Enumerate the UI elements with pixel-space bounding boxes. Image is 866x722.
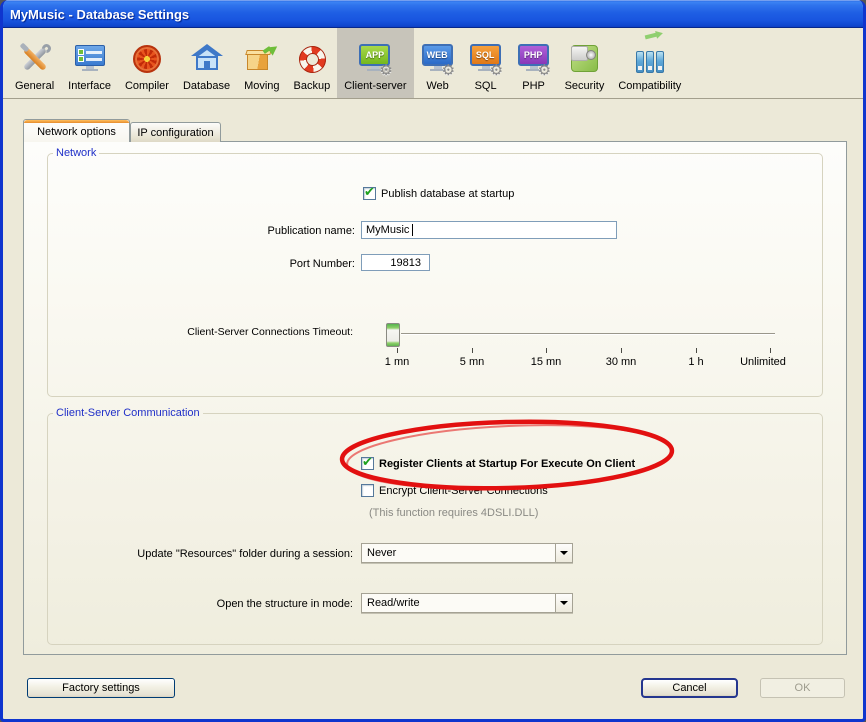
toolbar-item-compiler[interactable]: Compiler xyxy=(118,28,176,98)
toolbar-item-label: Compatibility xyxy=(618,80,681,92)
tab-ip-configuration[interactable]: IP configuration xyxy=(130,122,221,142)
toolbar-item-client-server[interactable]: APP Client-server xyxy=(337,28,413,98)
publication-name-label: Publication name: xyxy=(155,225,355,237)
chevron-down-icon xyxy=(560,551,568,555)
dropdown-button[interactable] xyxy=(555,594,572,612)
moving-box-icon xyxy=(245,41,279,77)
toolbar-item-compatibility[interactable]: Compatibility xyxy=(611,28,688,98)
interface-monitor-icon xyxy=(73,41,107,77)
port-number-input[interactable] xyxy=(361,254,430,271)
toolbar-item-sql[interactable]: SQL SQL xyxy=(462,28,510,98)
toolbar-item-label: Compiler xyxy=(125,80,169,92)
toolbar-item-label: Backup xyxy=(294,80,331,92)
factory-settings-button[interactable]: Factory settings xyxy=(27,678,175,698)
slider-tick-label: 15 mn xyxy=(506,356,586,368)
gear-icon xyxy=(538,62,554,78)
slider-tick-label: 1 mn xyxy=(357,356,437,368)
toolbar-item-general[interactable]: General xyxy=(8,28,61,98)
toolbar-item-moving[interactable]: Moving xyxy=(237,28,286,98)
network-group-title: Network xyxy=(53,147,99,159)
timeout-slider-handle[interactable] xyxy=(386,323,400,347)
sql-monitor-icon: SQL xyxy=(469,41,503,77)
resources-folder-label: Update "Resources" folder during a sessi… xyxy=(103,548,353,560)
chevron-down-icon xyxy=(560,601,568,605)
toolbar-item-php[interactable]: PHP PHP xyxy=(510,28,558,98)
compiler-wheel-icon xyxy=(130,41,164,77)
php-monitor-icon: PHP xyxy=(517,41,551,77)
publish-database-checkbox[interactable] xyxy=(363,187,376,200)
slider-tick xyxy=(621,348,622,353)
toolbar-item-label: Moving xyxy=(244,80,279,92)
safe-icon xyxy=(567,41,601,77)
communication-group-title: Client-Server Communication xyxy=(53,407,203,419)
gear-icon xyxy=(490,62,506,78)
title-bar: MyMusic - Database Settings xyxy=(0,0,866,28)
ok-button[interactable]: OK xyxy=(760,678,845,698)
publish-database-label: Publish database at startup xyxy=(381,188,514,200)
toolbar-item-label: PHP xyxy=(522,80,545,92)
slider-tick-label: 5 mn xyxy=(432,356,512,368)
gear-icon xyxy=(379,62,395,78)
binders-icon xyxy=(633,41,667,77)
register-clients-checkbox[interactable] xyxy=(361,457,374,470)
dll-requirement-note: (This function requires 4DSLI.DLL) xyxy=(369,507,538,519)
tab-network-options[interactable]: Network options xyxy=(23,119,130,142)
toolbar-item-backup[interactable]: Backup xyxy=(287,28,338,98)
timeout-slider-track[interactable] xyxy=(401,333,775,335)
web-monitor-icon: WEB xyxy=(421,41,455,77)
dropdown-value: Never xyxy=(362,547,555,559)
database-settings-window: MyMusic - Database Settings General Inte… xyxy=(0,0,866,722)
slider-tick-label: Unlimited xyxy=(723,356,803,368)
publication-name-input[interactable] xyxy=(361,221,617,239)
slider-tick xyxy=(472,348,473,353)
house-icon xyxy=(190,41,224,77)
toolbar-item-label: General xyxy=(15,80,54,92)
slider-tick xyxy=(546,348,547,353)
resources-folder-dropdown[interactable]: Never xyxy=(361,543,573,563)
slider-tick xyxy=(770,348,771,353)
toolbar-item-interface[interactable]: Interface xyxy=(61,28,118,98)
toolbar-item-label: Web xyxy=(426,80,448,92)
settings-toolbar: General Interface Compiler Database Movi… xyxy=(0,28,866,99)
app-server-monitor-icon: APP xyxy=(358,41,392,77)
toolbar-item-label: Interface xyxy=(68,80,111,92)
lifebuoy-icon xyxy=(295,41,329,77)
window-title: MyMusic - Database Settings xyxy=(0,7,189,22)
slider-tick-label: 30 mn xyxy=(581,356,661,368)
register-clients-label: Register Clients at Startup For Execute … xyxy=(379,458,635,470)
open-structure-label: Open the structure in mode: xyxy=(103,598,353,610)
toolbar-item-label: Database xyxy=(183,80,230,92)
dropdown-value: Read/write xyxy=(362,597,555,609)
toolbar-item-label: Client-server xyxy=(344,80,406,92)
cancel-button[interactable]: Cancel xyxy=(641,678,738,698)
toolbar-item-web[interactable]: WEB Web xyxy=(414,28,462,98)
gear-icon xyxy=(442,62,458,78)
text-cursor xyxy=(412,224,413,236)
slider-tick xyxy=(696,348,697,353)
timeout-label: Client-Server Connections Timeout: xyxy=(101,326,353,338)
encrypt-connections-checkbox[interactable] xyxy=(361,484,374,497)
open-structure-dropdown[interactable]: Read/write xyxy=(361,593,573,613)
tools-icon xyxy=(18,41,52,77)
port-number-label: Port Number: xyxy=(155,258,355,270)
toolbar-item-label: Security xyxy=(565,80,605,92)
toolbar-item-security[interactable]: Security xyxy=(558,28,612,98)
encrypt-connections-label: Encrypt Client-Server Connections xyxy=(379,485,548,497)
toolbar-item-label: SQL xyxy=(475,80,497,92)
dropdown-button[interactable] xyxy=(555,544,572,562)
slider-tick xyxy=(397,348,398,353)
toolbar-item-database[interactable]: Database xyxy=(176,28,237,98)
